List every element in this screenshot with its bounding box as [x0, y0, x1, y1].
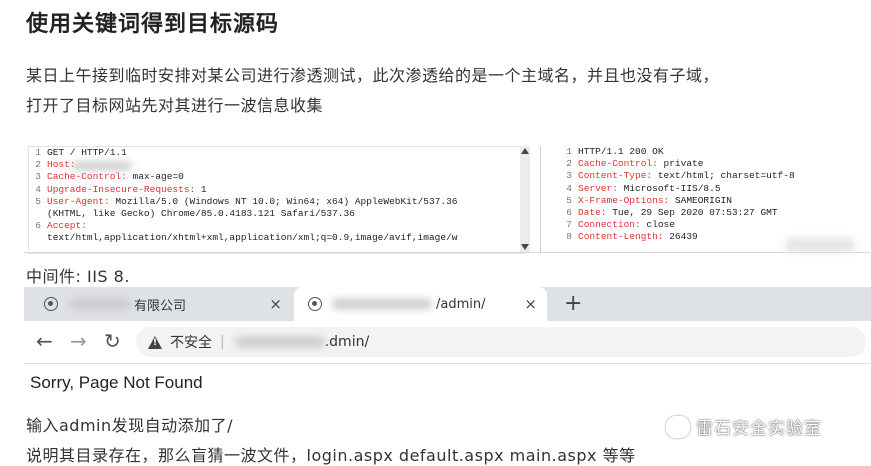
response-line: 4 Server: Microsoft-IIS/8.5	[560, 183, 870, 195]
watermark-text: 雷石安全实验室	[696, 419, 822, 439]
line-number: 4	[35, 183, 41, 195]
request-line: 4 Upgrade-Insecure-Requests: 1	[29, 184, 524, 196]
request-line: text/html,application/xhtml+xml,applicat…	[29, 232, 524, 244]
line-number: 2	[35, 159, 41, 171]
back-arrow-icon[interactable]: ←	[36, 329, 53, 353]
header-key: Connection:	[578, 219, 641, 231]
request-scrollbar[interactable]	[520, 146, 530, 252]
request-line: 6 Accept:	[29, 220, 524, 232]
redaction-response	[785, 238, 855, 252]
admin-line: 输入admin发现自动添加了/	[26, 416, 234, 435]
header-value: max-age=0	[126, 171, 184, 183]
header-value: Microsoft-IIS/8.5	[617, 182, 721, 194]
line-number: 3	[566, 170, 572, 182]
intro-line-1: 某日上午接到临时安排对某公司进行渗透测试，此次渗透给的是一个主域名，并且也没有子…	[26, 66, 720, 85]
header-value: HTTP/1.1 200 OK	[578, 146, 664, 157]
response-line: 7 Connection: close	[560, 219, 870, 231]
request-line: 3 Cache-Control: max-age=0	[29, 171, 524, 183]
header-value: Mozilla/5.0 (Windows NT 10.0; Win64; x64…	[109, 195, 458, 207]
redaction-tab2	[332, 299, 432, 309]
header-key: Accept:	[47, 220, 87, 232]
scroll-down-icon[interactable]	[521, 244, 529, 250]
response-line: 1 HTTP/1.1 200 OK	[560, 146, 870, 158]
browser-tab-2-active[interactable]: /admin/ ×	[294, 287, 547, 321]
line-number: 7	[566, 219, 572, 231]
response-line: 6 Date: Tue, 29 Sep 2020 07:53:27 GMT	[560, 207, 870, 219]
address-bar[interactable]: 不安全 | .dmin/	[136, 327, 866, 357]
security-label[interactable]: 不安全	[170, 332, 212, 352]
forward-arrow-icon[interactable]: →	[70, 329, 87, 353]
middleware-line: 中间件: IIS 8.	[26, 267, 130, 286]
line-number: 6	[566, 206, 572, 218]
line-number: 4	[566, 182, 572, 194]
browser-nav-bar: ← → ↻ 不安全 | .dmin/	[24, 321, 871, 364]
separator: |	[220, 334, 225, 350]
response-line: 3 Content-Type: text/html; charset=utf-8	[560, 170, 870, 182]
header-key: Upgrade-Insecure-Requests:	[47, 183, 196, 195]
globe-icon	[308, 297, 322, 311]
url-text: .dmin/	[324, 334, 370, 350]
response-line: 5 X-Frame-Options: SAMEORIGIN	[560, 195, 870, 207]
watermark: 雷石安全实验室	[666, 414, 822, 439]
panel-bottom-edge	[24, 252, 870, 253]
header-value: 1	[195, 183, 207, 195]
header-value: Tue, 29 Sep 2020 07:53:27 GMT	[606, 206, 778, 218]
header-value: text/html,application/xhtml+xml,applicat…	[47, 232, 458, 244]
intro-line-2: 打开了目标网站先对其进行一波信息收集	[26, 96, 324, 115]
header-value: (KHTML, like Gecko) Chrome/85.0.4183.121…	[47, 207, 355, 219]
header-value: 26439	[663, 231, 698, 243]
globe-icon	[44, 297, 58, 311]
redaction-url	[234, 337, 325, 347]
redaction-tab1	[70, 299, 130, 309]
header-value: GET / HTTP/1.1	[47, 147, 127, 158]
header-value: close	[640, 219, 675, 231]
line-number: 5	[566, 194, 572, 206]
header-key: Content-Length:	[578, 231, 664, 243]
request-line: 5 User-Agent: Mozilla/5.0 (Windows NT 10.…	[29, 196, 524, 208]
line-number: 5	[35, 195, 41, 207]
wechat-icon	[666, 415, 690, 438]
header-key: Server:	[578, 182, 618, 194]
redaction-host	[72, 162, 132, 170]
scroll-up-icon[interactable]	[521, 148, 529, 154]
warning-icon	[148, 335, 162, 349]
response-line: 2 Cache-Control: private	[560, 158, 870, 170]
conclusion-line: 说明其目录存在，那么盲猜一波文件，login.aspx default.aspx…	[26, 446, 636, 465]
browser-tab-1[interactable]: 有限公司 ×	[24, 287, 292, 321]
close-icon[interactable]: ×	[524, 295, 537, 313]
close-icon[interactable]: ×	[269, 295, 282, 313]
header-key: Date:	[578, 206, 607, 218]
header-value: SAMEORIGIN	[669, 194, 732, 206]
browser-tab-bar: 有限公司 × /admin/ × +	[24, 287, 871, 321]
line-number: 1	[35, 147, 41, 158]
header-key: Cache-Control:	[47, 171, 127, 183]
reload-icon[interactable]: ↻	[104, 329, 121, 353]
line-number: 6	[35, 220, 41, 232]
pane-divider[interactable]	[540, 146, 541, 252]
request-line: (KHTML, like Gecko) Chrome/85.0.4183.121…	[29, 208, 524, 220]
header-key: Cache-Control:	[578, 158, 658, 170]
article-title: 使用关键词得到目标源码	[26, 12, 280, 37]
header-value: text/html; charset=utf-8	[652, 170, 795, 182]
tab1-title: 有限公司	[134, 298, 187, 314]
line-number: 3	[35, 171, 41, 183]
line-number: 8	[566, 231, 572, 243]
header-value: private	[657, 158, 704, 170]
new-tab-button[interactable]: +	[564, 291, 582, 316]
header-key: User-Agent:	[47, 195, 110, 207]
header-key: X-Frame-Options:	[578, 194, 670, 206]
header-key: Content-Type:	[578, 170, 653, 182]
request-line: 1 GET / HTTP/1.1	[29, 147, 524, 159]
line-number: 1	[566, 146, 572, 157]
line-number: 2	[566, 158, 572, 170]
tab2-title: /admin/	[436, 296, 486, 312]
http-response-pane: 1 HTTP/1.1 200 OK 2 Cache-Control: private 3…	[560, 146, 870, 252]
page-not-found-message: Sorry, Page Not Found	[30, 373, 203, 392]
